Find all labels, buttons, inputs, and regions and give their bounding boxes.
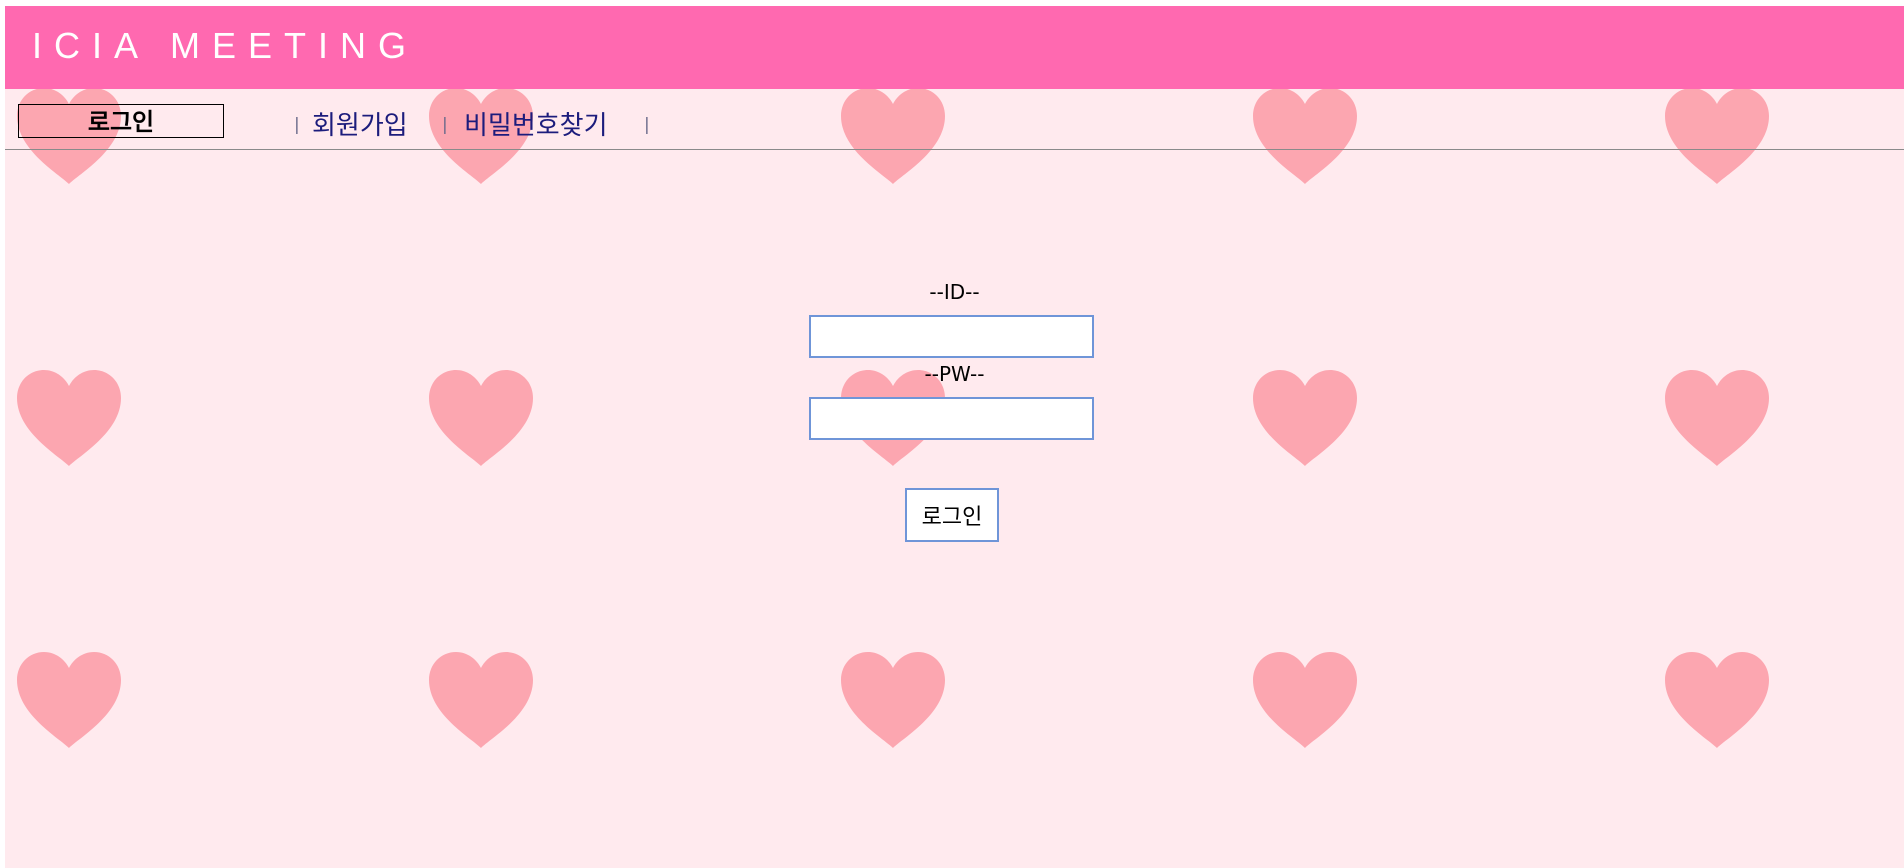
login-form: --ID-- --PW-- 로그인 — [5, 6, 1904, 868]
pw-input[interactable] — [809, 397, 1094, 440]
id-input[interactable] — [809, 315, 1094, 358]
login-button[interactable]: 로그인 — [905, 488, 999, 542]
pw-label: --PW-- — [924, 362, 985, 386]
page: ICIA MEETING 로그인 | 회원가입 | 비밀번호찾기 | --ID-… — [5, 6, 1904, 868]
id-label: --ID-- — [929, 280, 980, 304]
